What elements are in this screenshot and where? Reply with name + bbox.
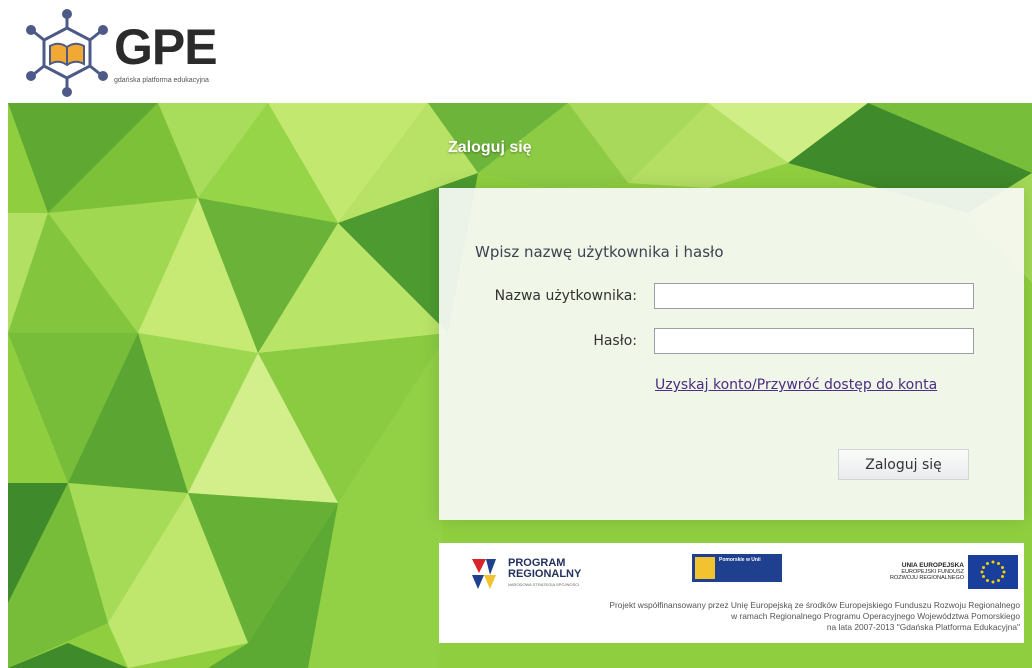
password-label: Hasło: xyxy=(593,333,637,349)
logo-title: GPE xyxy=(114,19,218,75)
logo-subtitle: gdańska platforma edukacyjna xyxy=(114,77,209,84)
password-field[interactable] xyxy=(654,328,974,354)
pomorskie-text: Pomorskie w Unii xyxy=(719,557,761,563)
program-regionalny-icon xyxy=(472,559,496,589)
funding-note-line3: na lata 2007-2013 "Gdańska Platforma Edu… xyxy=(826,622,1020,632)
login-button[interactable]: Zaloguj się xyxy=(838,449,969,480)
username-field[interactable] xyxy=(654,283,974,309)
gpe-logo[interactable]: GPE gdańska platforma edukacyjna xyxy=(22,8,222,98)
eu-stars-icon xyxy=(980,560,1006,584)
eu-line1: UNIA EUROPEJSKA xyxy=(901,562,964,569)
login-heading: Wpisz nazwę użytkownika i hasło xyxy=(475,243,724,261)
eu-flag-icon xyxy=(968,555,1018,589)
pomorskie-crest-icon xyxy=(695,557,715,579)
funding-note-line1: Projekt współfinansowany przez Unię Euro… xyxy=(609,600,1020,610)
eu-line3: ROZWOJU REGIONALNEGO xyxy=(890,575,964,581)
recover-account-link[interactable]: Uzyskaj konto/Przywróć dostęp do konta xyxy=(655,376,955,395)
program-sub: NARODOWA STRATEGIA SPÓJNOŚCI xyxy=(508,582,580,587)
funding-note: Projekt współfinansowany przez Unię Euro… xyxy=(470,600,1020,633)
program-regionalny-logo: PROGRAM REGIONALNY NARODOWA STRATEGIA SP… xyxy=(470,555,610,591)
login-title: Zaloguj się xyxy=(448,139,532,156)
pomorskie-logo: Pomorskie w Unii xyxy=(692,554,782,582)
open-book-molecule-icon xyxy=(26,9,108,97)
username-label: Nazwa użytkownika: xyxy=(494,288,637,304)
page-header: GPE gdańska platforma edukacyjna xyxy=(0,0,1032,103)
eu-text: UNIA EUROPEJSKA EUROPEJSKI FUNDUSZ ROZWO… xyxy=(850,562,964,581)
program-line2: REGIONALNY xyxy=(508,568,582,580)
funding-note-line2: w ramach Regionalnego Programu Operacyjn… xyxy=(731,611,1020,621)
